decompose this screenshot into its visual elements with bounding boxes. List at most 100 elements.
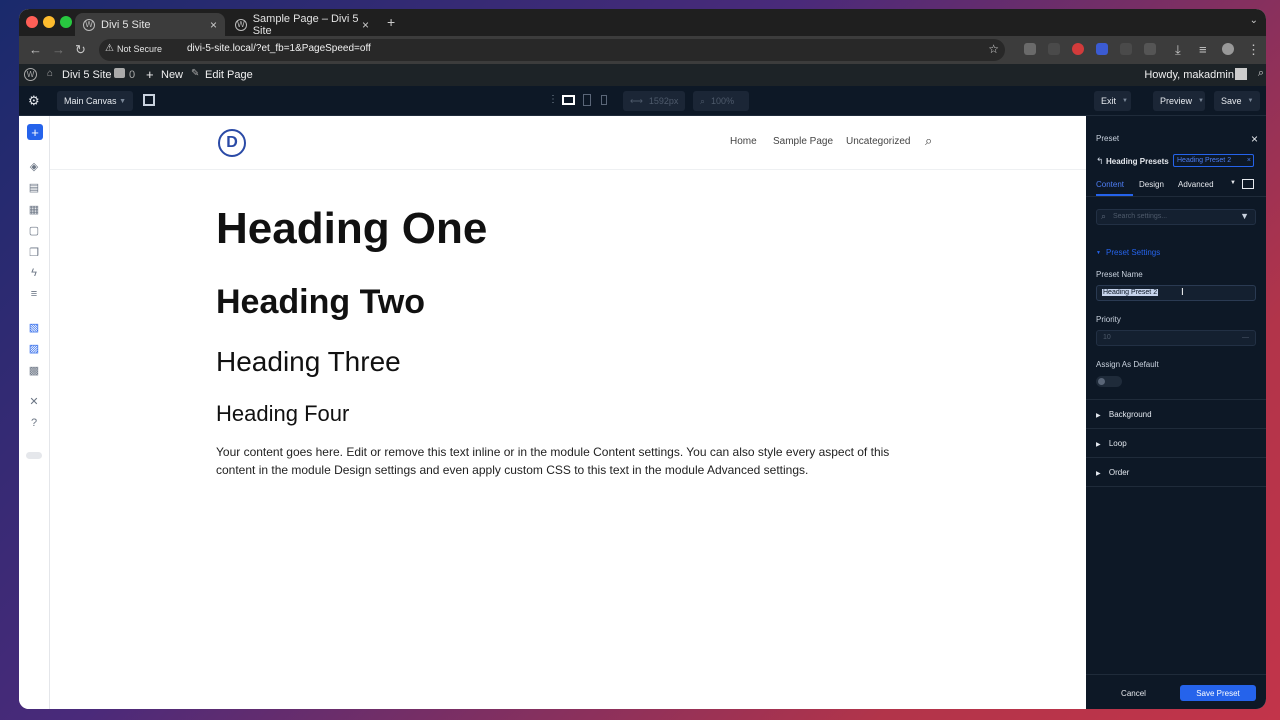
section-title[interactable]: Preset Settings (1106, 248, 1160, 257)
chevron-right-icon: ▶ (1096, 442, 1101, 448)
reload-icon[interactable]: ↻ (75, 42, 86, 58)
section-loop[interactable]: ▶ Loop (1096, 439, 1256, 448)
puzzle-icon[interactable] (1144, 43, 1156, 55)
security-label[interactable]: Not Secure (117, 44, 162, 54)
toggle-icon[interactable] (26, 452, 42, 459)
grid-layout-icon[interactable] (143, 94, 155, 106)
database-icon[interactable]: ▦ (28, 203, 40, 216)
heading-one[interactable]: Heading One (216, 204, 487, 254)
back-arrow-icon[interactable]: ↰ (1096, 156, 1104, 167)
tab-list-icon[interactable]: ⌄ (1250, 15, 1258, 26)
heading-two[interactable]: Heading Two (216, 283, 425, 322)
preset-chip-label: Heading Preset 2 (1177, 157, 1232, 164)
section-background[interactable]: ▶ Background (1096, 410, 1256, 419)
global-variables-icon[interactable]: ▩ (28, 364, 40, 377)
layers-icon[interactable]: ◈ (28, 160, 40, 173)
preset-chip[interactable]: Heading Preset 2 × (1173, 154, 1254, 167)
menu-item-home[interactable]: Home (730, 136, 757, 147)
width-value: 1592px (648, 96, 679, 106)
forward-icon[interactable]: → (52, 42, 65, 57)
add-module-button[interactable]: + (27, 124, 43, 140)
phone-view-icon[interactable] (601, 95, 607, 105)
search-icon[interactable]: ⌕ (925, 133, 932, 149)
url-text[interactable]: divi-5-site.local/?et_fb=1&PageSpeed=off (187, 43, 371, 54)
tablet-view-icon[interactable] (583, 94, 591, 106)
extension-icon[interactable] (1024, 43, 1036, 55)
tab-content[interactable]: Content (1096, 180, 1124, 189)
download-icon[interactable]: ⤓ (1175, 42, 1181, 58)
comments-icon[interactable] (114, 68, 125, 78)
new-link[interactable]: New (161, 69, 183, 81)
menu-item-uncategorized[interactable]: Uncategorized (846, 136, 910, 147)
chevron-down-icon[interactable]: ▼ (1230, 180, 1236, 186)
bookmark-star-icon[interactable]: ☆ (988, 42, 999, 56)
canvas-select[interactable]: Main Canvas ▼ (57, 91, 133, 111)
menu-item-sample-page[interactable]: Sample Page (773, 136, 833, 147)
search-settings-input[interactable]: ⌕ Search settings... ▼ (1096, 209, 1256, 225)
priority-input[interactable]: 10 — (1096, 330, 1256, 346)
settings-gear-icon[interactable]: ⚙ (28, 93, 40, 109)
close-tab-icon[interactable]: × (362, 18, 369, 32)
howdy-user-link[interactable]: Howdy, makadmin (1144, 69, 1234, 81)
close-tab-icon[interactable]: × (210, 18, 217, 32)
exit-button[interactable]: Exit ▼ (1094, 91, 1131, 111)
preset-manager-icon[interactable]: ▨ (28, 342, 40, 355)
filter-icon[interactable]: ▼ (1240, 211, 1249, 221)
tools-icon[interactable]: ✕ (28, 395, 40, 408)
save-button[interactable]: Save ▼ (1214, 91, 1260, 111)
lightning-icon[interactable]: ϟ (28, 267, 40, 279)
preset-name-input[interactable]: Heading Preset 2 I (1096, 285, 1256, 301)
tab-advanced[interactable]: Advanced (1178, 180, 1214, 189)
url-field[interactable]: ⚠ Not Secure divi-5-site.local/?et_fb=1&… (99, 39, 1005, 61)
extension-icon[interactable] (1120, 43, 1132, 55)
search-icon[interactable]: ⌕ (1258, 67, 1264, 80)
section-divider (1086, 486, 1266, 487)
zoom-field[interactable]: ⌕ 100% (693, 91, 749, 111)
tune-icon[interactable]: ≡ (1199, 42, 1207, 57)
drag-handle-icon[interactable]: ⋮ (548, 94, 558, 105)
assign-default-toggle[interactable] (1096, 376, 1122, 387)
breadcrumb[interactable]: Heading Presets (1106, 157, 1169, 166)
copy-icon[interactable]: ❐ (28, 246, 40, 259)
heading-four[interactable]: Heading Four (216, 401, 349, 427)
section-order[interactable]: ▶ Order (1096, 468, 1256, 477)
more-menu-icon[interactable]: ⋮ (1247, 42, 1260, 58)
tab-design[interactable]: Design (1139, 180, 1164, 189)
new-tab-button[interactable]: + (387, 14, 395, 30)
sliders-icon[interactable]: ≡ (28, 288, 40, 300)
heading-three[interactable]: Heading Three (216, 346, 401, 378)
comments-count[interactable]: 0 (129, 69, 135, 81)
close-window-button[interactable] (26, 16, 38, 28)
minimize-window-button[interactable] (43, 16, 55, 28)
extension-icon[interactable] (1048, 43, 1060, 55)
library-icon[interactable]: ▤ (28, 181, 40, 194)
save-preset-button[interactable]: Save Preset (1180, 685, 1256, 701)
profile-avatar[interactable] (1222, 43, 1234, 55)
site-name-link[interactable]: Divi 5 Site (62, 69, 112, 81)
help-icon[interactable]: ? (28, 417, 40, 429)
user-avatar[interactable] (1235, 68, 1247, 80)
preset-icon[interactable]: ▧ (28, 321, 40, 334)
site-logo[interactable]: D (218, 129, 246, 157)
responsive-toggle-icon[interactable] (1242, 179, 1254, 189)
section-label: Order (1108, 468, 1130, 477)
close-icon[interactable]: × (1251, 132, 1258, 146)
back-icon[interactable]: ← (29, 42, 42, 57)
edit-page-link[interactable]: Edit Page (205, 69, 253, 81)
width-icon: ⟷ (630, 95, 643, 106)
tab-sample-page[interactable]: W Sample Page – Divi 5 Site × (227, 13, 377, 37)
wordpress-logo-icon[interactable]: W (24, 68, 37, 81)
cancel-button[interactable]: Cancel (1096, 685, 1171, 701)
body-text[interactable]: Your content goes here. Edit or remove t… (216, 443, 916, 479)
zoom-window-button[interactable] (60, 16, 72, 28)
tab-divi-site[interactable]: W Divi 5 Site × (75, 13, 225, 36)
extension-icon[interactable] (1096, 43, 1108, 55)
page-settings-icon[interactable]: ▢ (28, 224, 40, 237)
desktop-view-icon[interactable] (562, 95, 575, 105)
wordpress-icon: W (235, 18, 247, 31)
extension-icon[interactable] (1072, 43, 1084, 55)
chevron-down-icon[interactable]: ▼ (1096, 250, 1101, 256)
close-icon[interactable]: × (1247, 157, 1251, 164)
width-field[interactable]: ⟷ 1592px (623, 91, 685, 111)
preview-button[interactable]: Preview ▼ (1153, 91, 1205, 111)
